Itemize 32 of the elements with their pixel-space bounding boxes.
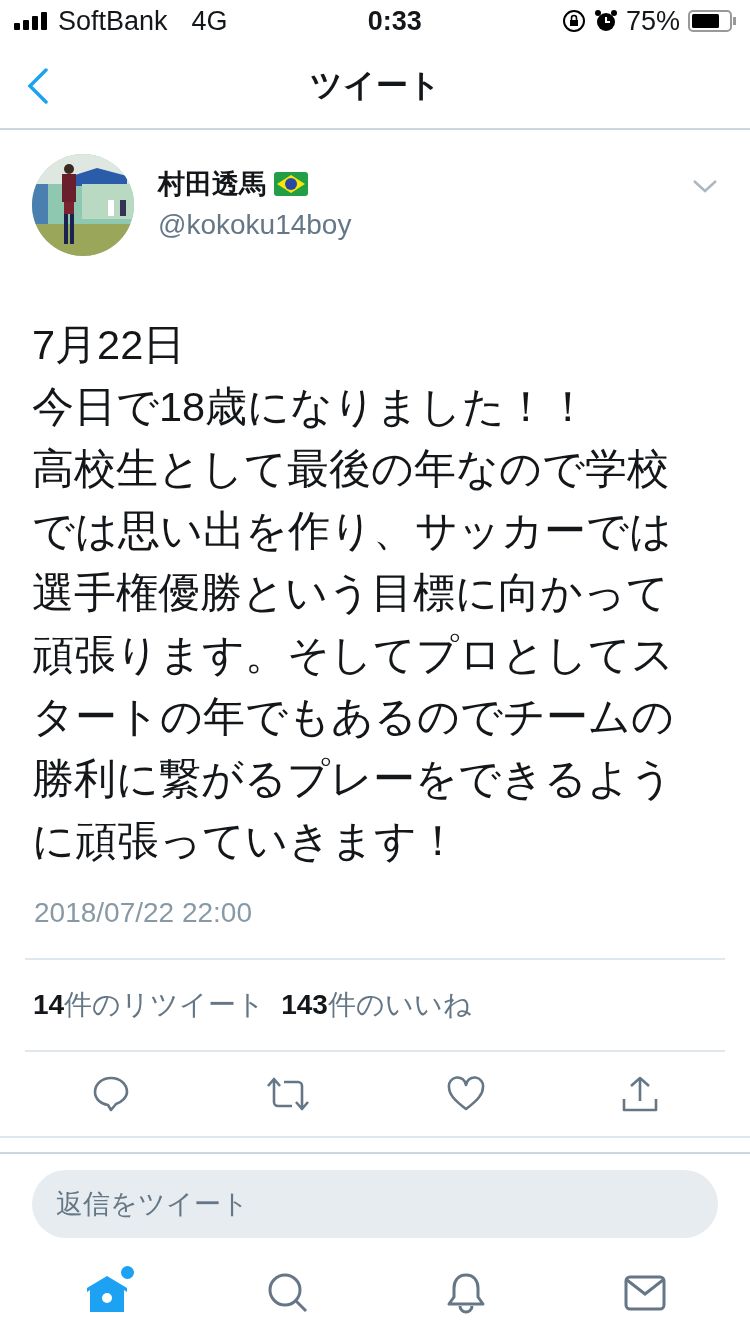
tab-button[interactable] <box>623 1275 666 1311</box>
user-handle: @kokoku14boy <box>158 208 352 243</box>
retweet-icon[interactable] <box>264 1076 311 1112</box>
clock-time: 0:33 <box>367 4 422 38</box>
network-type: 4G <box>191 4 228 38</box>
tweet-text-line: 7月22日 <box>32 320 187 370</box>
page-title: ツイート <box>309 66 441 105</box>
tweet-text-line: 高校生として最後の年なので学校 <box>32 444 670 494</box>
engagement-count[interactable]: 14件のリツイート <box>33 984 266 1026</box>
engagement-count[interactable]: 143件のいいね <box>281 984 472 1026</box>
tweet-text-line: 今日で18歳になりました！！ <box>32 382 591 432</box>
tweet-text-line: 頑張ります。そしてプロとしてス <box>32 630 675 680</box>
battery-icon <box>688 9 736 33</box>
rotation-lock-icon <box>561 9 586 33</box>
reply-icon[interactable] <box>91 1075 130 1113</box>
tweet-text-line: 勝利に繋がるプレーをできるよう <box>32 754 674 804</box>
heart-icon[interactable] <box>445 1076 486 1112</box>
back-button[interactable] <box>26 68 50 104</box>
tweet-text-line: では思い出を作り、サッカーでは <box>32 506 673 556</box>
user-name: 村田透馬 <box>158 167 266 201</box>
flag-icon <box>274 172 308 196</box>
tweet-timestamp: 2018/07/22 22:00 <box>33 896 253 930</box>
carrier-name: SoftBank <box>58 4 168 38</box>
tweet-text-line: タートの年でもあるのでチームの <box>32 692 675 742</box>
signal-icon <box>14 12 50 30</box>
tweet-text-line: に頑張っていきます！ <box>32 816 460 866</box>
reply-field[interactable]: 返信をツイート <box>32 1170 718 1238</box>
share-icon[interactable] <box>620 1075 659 1113</box>
alarm-icon <box>593 9 618 33</box>
tweet-text-line: 選手権優勝という目標に向かって <box>32 568 670 618</box>
battery-percent: 75% <box>625 4 680 38</box>
tab-button[interactable] <box>266 1272 309 1314</box>
